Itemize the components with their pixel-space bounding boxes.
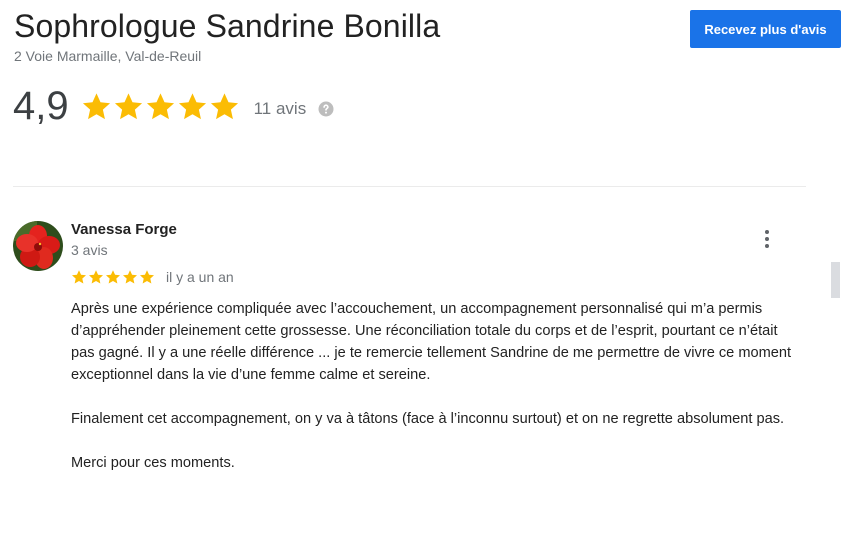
review-text: Après une expérience compliquée avec l’a… (71, 298, 801, 496)
get-more-reviews-button[interactable]: Recevez plus d'avis (690, 10, 841, 48)
section-divider (13, 186, 806, 187)
scrollbar-thumb[interactable] (831, 262, 840, 298)
star-icon (123, 270, 137, 284)
review-paragraph: Finalement cet accompagnement, on y va à… (71, 411, 785, 427)
more-vert-icon[interactable] (756, 226, 778, 252)
star-icon (210, 92, 238, 119)
menu-dot (765, 237, 769, 241)
business-name: Sophrologue Sandrine Bonilla (14, 8, 441, 44)
star-icon (72, 270, 86, 284)
review-date: il y a un an (166, 269, 234, 285)
star-icon (82, 92, 110, 119)
star-icon (140, 270, 154, 284)
star-icon (89, 270, 103, 284)
help-circle-icon[interactable] (318, 101, 334, 117)
review-paragraph: Après une expérience compliquée avec l’a… (71, 301, 792, 383)
star-icon (146, 92, 174, 119)
menu-dot (765, 244, 769, 248)
rating-stars (81, 91, 241, 122)
reviewer-name[interactable]: Vanessa Forge (71, 221, 177, 238)
review-count: 11 avis (253, 99, 307, 118)
reviews-panel: Sophrologue Sandrine Bonilla 2 Voie Marm… (0, 0, 845, 542)
menu-dot (765, 230, 769, 234)
rating-summary: 4,9 11 avis (13, 84, 334, 128)
review-rating-row: il y a un an (71, 269, 234, 285)
rating-value: 4,9 (13, 84, 69, 128)
star-icon (114, 92, 142, 119)
business-address: 2 Voie Marmaille, Val-de-Reuil (14, 48, 202, 64)
reviewer-review-count: 3 avis (71, 242, 108, 258)
avatar[interactable] (13, 221, 63, 271)
star-icon (178, 92, 206, 119)
star-icon (106, 270, 120, 284)
review-paragraph: Merci pour ces moments. (71, 455, 235, 471)
review-stars (71, 269, 156, 285)
reviewer-avatar-image (13, 221, 63, 271)
